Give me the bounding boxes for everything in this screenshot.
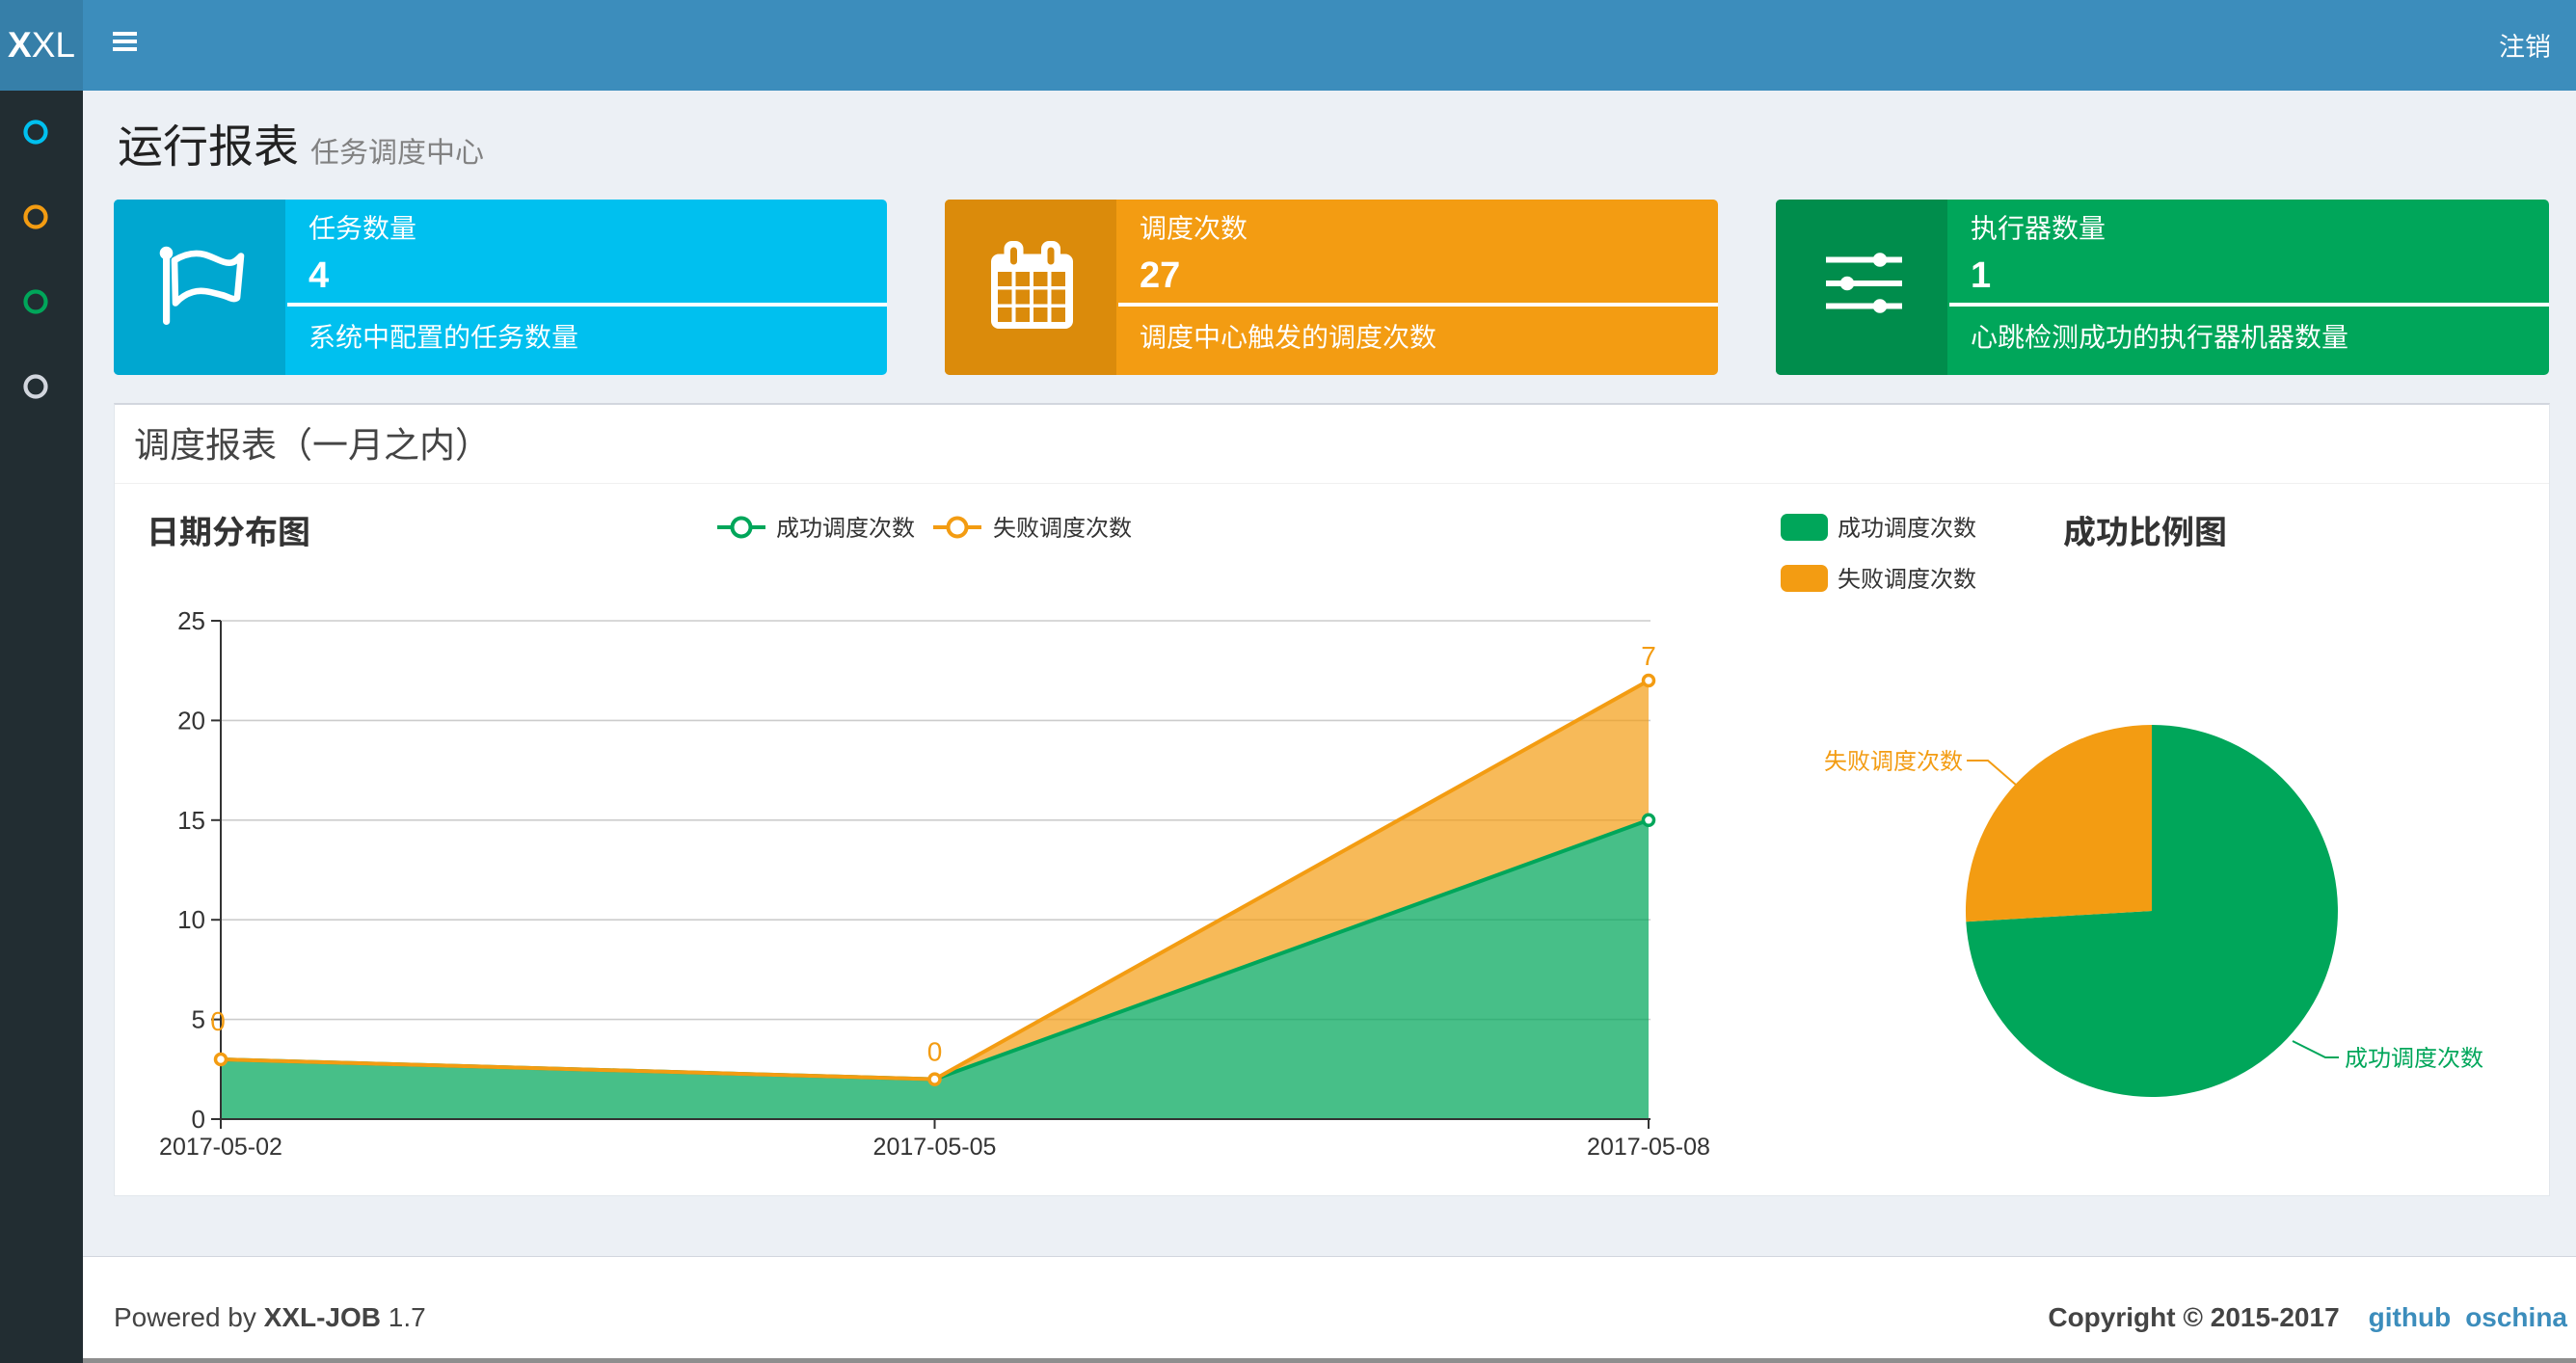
svg-text:25: 25 bbox=[177, 606, 205, 635]
svg-text:10: 10 bbox=[177, 905, 205, 934]
svg-text:2017-05-08: 2017-05-08 bbox=[1587, 1134, 1710, 1161]
svg-text:2017-05-05: 2017-05-05 bbox=[873, 1134, 997, 1161]
svg-text:5: 5 bbox=[192, 1005, 205, 1034]
svg-text:15: 15 bbox=[177, 806, 205, 835]
svg-text:0: 0 bbox=[210, 1006, 226, 1036]
svg-text:20: 20 bbox=[177, 706, 205, 735]
svg-text:2017-05-02: 2017-05-02 bbox=[159, 1134, 282, 1161]
svg-text:7: 7 bbox=[1641, 641, 1656, 671]
svg-text:0: 0 bbox=[927, 1037, 943, 1067]
svg-text:0: 0 bbox=[192, 1105, 205, 1134]
